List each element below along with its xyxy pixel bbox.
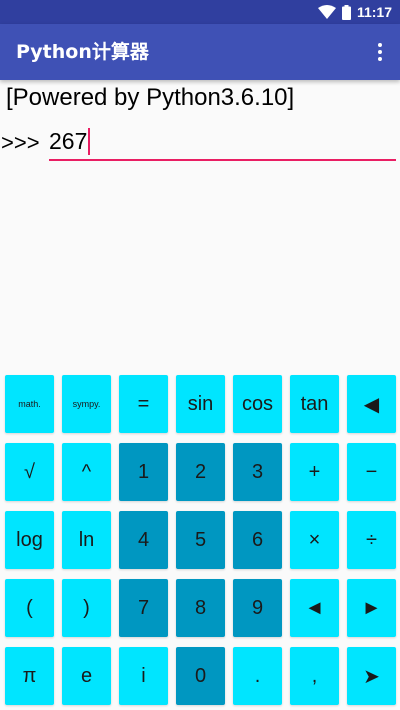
digit-7-key[interactable]: 7 [119,579,168,637]
pi-key[interactable]: π [5,647,54,705]
digit-0-key[interactable]: 0 [176,647,225,705]
text-cursor [88,128,91,155]
sin-key[interactable]: sin [176,375,225,433]
math-key[interactable]: math. [5,375,54,433]
sqrt-key[interactable]: √ [5,443,54,501]
imaginary-key[interactable]: i [119,647,168,705]
digit-6-key[interactable]: 6 [233,511,282,569]
digit-9-key[interactable]: 9 [233,579,282,637]
tan-key[interactable]: tan [290,375,339,433]
digit-1-key[interactable]: 1 [119,443,168,501]
app-bar: Python计算器 [0,24,400,80]
cursor-right-key[interactable]: ► [347,579,396,637]
battery-icon [341,4,351,20]
digit-3-key[interactable]: 3 [233,443,282,501]
more-options-icon[interactable] [368,32,392,72]
sympy-key[interactable]: sympy. [62,375,111,433]
backspace-key[interactable]: ◀ [347,375,396,433]
cos-key[interactable]: cos [233,375,282,433]
expression-input-value: 267 [49,128,88,154]
divide-key[interactable]: ÷ [347,511,396,569]
open-paren-key[interactable]: ( [5,579,54,637]
status-bar: 11:17 [0,0,400,24]
plus-key[interactable]: + [290,443,339,501]
wifi-icon [317,5,336,19]
ln-key[interactable]: ln [62,511,111,569]
expression-input[interactable]: 267 [49,124,396,161]
app-title: Python计算器 [16,41,149,63]
equals-key[interactable]: = [119,375,168,433]
e-key[interactable]: e [62,647,111,705]
decimal-key[interactable]: . [233,647,282,705]
keypad: math. sympy. = sin cos tan ◀ √ ^ 1 2 3 + − log ln 4 5 6 × ÷ (… [5,375,397,707]
digit-8-key[interactable]: 8 [176,579,225,637]
status-time: 11:17 [356,4,392,20]
console-prompt: >>> [1,130,40,155]
power-key[interactable]: ^ [62,443,111,501]
digit-5-key[interactable]: 5 [176,511,225,569]
enter-key[interactable]: ➤ [347,647,396,705]
multiply-key[interactable]: × [290,511,339,569]
comma-key[interactable]: , [290,647,339,705]
minus-key[interactable]: − [347,443,396,501]
status-icons: 11:17 [317,0,392,24]
digit-2-key[interactable]: 2 [176,443,225,501]
python-version-banner: [Powered by Python3.6.10] [6,84,295,111]
digit-4-key[interactable]: 4 [119,511,168,569]
cursor-left-key[interactable]: ◄ [290,579,339,637]
log-key[interactable]: log [5,511,54,569]
close-paren-key[interactable]: ) [62,579,111,637]
